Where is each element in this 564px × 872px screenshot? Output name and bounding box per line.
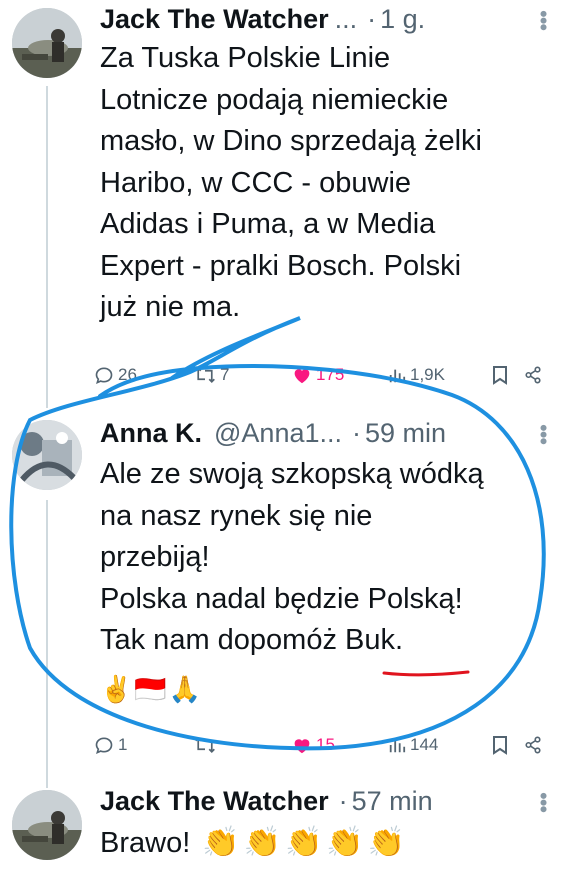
name-truncation: ... bbox=[334, 4, 358, 34]
bookmark-icon bbox=[493, 366, 507, 385]
share-icon bbox=[525, 736, 541, 754]
clapping-hands-emoji: 👏 bbox=[202, 826, 240, 859]
like-count: 175 bbox=[316, 365, 345, 384]
flag-emoji: 🇮🇩 bbox=[134, 674, 167, 704]
text-fragment: . bbox=[395, 624, 404, 656]
views-count: 144 bbox=[410, 735, 439, 754]
tweet-1[interactable]: Jack The Watcher ... · 1 g. ••• Za Tuska… bbox=[0, 0, 564, 408]
highlighted-word: Buk bbox=[345, 624, 395, 656]
folded-hands-emoji: 🙏 bbox=[168, 674, 202, 704]
reply-button[interactable]: 1 bbox=[94, 735, 194, 755]
share-button[interactable] bbox=[524, 736, 542, 754]
reply-icon bbox=[95, 737, 113, 754]
avatar[interactable] bbox=[12, 790, 82, 860]
text-line: przebiją! bbox=[100, 541, 210, 573]
repost-icon bbox=[195, 367, 215, 383]
dot-separator: · bbox=[367, 4, 377, 34]
bookmark-button[interactable] bbox=[492, 365, 524, 385]
text-line: Za Tuska Polskie Linie bbox=[100, 42, 391, 74]
tweet-header: Jack The Watcher ... · 1 g. bbox=[100, 0, 550, 38]
heart-icon bbox=[294, 739, 310, 754]
like-count: 15 bbox=[316, 735, 335, 754]
clapping-hands-emoji: 👏 bbox=[243, 826, 282, 859]
tweet-text: Ale ze swoją szkopską wódką na nasz ryne… bbox=[100, 454, 550, 662]
reply-count: 26 bbox=[118, 365, 137, 384]
more-icon[interactable]: ••• bbox=[531, 424, 556, 444]
thread-line bbox=[46, 500, 48, 788]
text-line: Polska nadal będzie Polską! bbox=[100, 582, 463, 615]
text-line: Haribo, w CCC - obuwie bbox=[100, 166, 412, 199]
author-handle[interactable]: @Anna1... bbox=[214, 414, 342, 452]
views-icon bbox=[389, 739, 406, 753]
text-line: Lotnicze podają niemieckie bbox=[100, 83, 449, 116]
views-button[interactable]: 144 bbox=[388, 735, 492, 755]
author-name[interactable]: Jack The Watcher bbox=[100, 782, 329, 820]
like-button[interactable]: 15 bbox=[292, 735, 388, 755]
tweet-3[interactable]: Jack The Watcher · 57 min ••• Brawo! 👏 👏 👏… bbox=[0, 782, 564, 872]
tweet-header: Jack The Watcher · 57 min bbox=[100, 782, 550, 820]
dot-separator: · bbox=[352, 418, 362, 448]
text-line: Expert - pralki Bosch. Polski bbox=[100, 249, 462, 282]
action-bar: 1 15 144 bbox=[94, 730, 550, 760]
text-line: Adidas i Puma, a w Media bbox=[100, 208, 436, 240]
repost-button[interactable] bbox=[194, 735, 292, 755]
repost-icon bbox=[195, 737, 215, 753]
views-count: 1,9K bbox=[410, 365, 445, 384]
bookmark-icon bbox=[493, 736, 507, 755]
more-icon[interactable]: ••• bbox=[531, 10, 556, 30]
views-button[interactable]: 1,9K bbox=[388, 365, 492, 385]
timestamp[interactable]: 1 g. bbox=[380, 0, 425, 38]
avatar[interactable] bbox=[12, 420, 82, 490]
text-line: Brawo! bbox=[100, 827, 191, 859]
timestamp[interactable]: 57 min bbox=[352, 782, 433, 820]
views-icon bbox=[389, 369, 406, 383]
text-fragment: Tak nam dopomóż bbox=[100, 624, 346, 656]
avatar[interactable] bbox=[12, 8, 82, 78]
text-line: na nasz rynek się nie bbox=[100, 499, 373, 532]
text-line: Ale ze swoją szkopską wódką bbox=[100, 458, 484, 490]
share-button[interactable] bbox=[524, 366, 542, 384]
emoji-row: ✌️ 🇮🇩 🙏 bbox=[100, 674, 201, 705]
reply-icon bbox=[95, 367, 113, 384]
tweet-text: Brawo! 👏 👏 👏 👏 👏 bbox=[100, 822, 550, 865]
share-icon bbox=[525, 366, 541, 384]
repost-button[interactable]: 7 bbox=[194, 365, 292, 385]
clapping-hands-emoji: 👏 bbox=[285, 826, 323, 859]
text-line: już nie ma. bbox=[100, 291, 241, 323]
more-icon[interactable]: ••• bbox=[531, 792, 556, 812]
bookmark-button[interactable] bbox=[492, 735, 524, 755]
clapping-hands-emoji: 👏 bbox=[326, 826, 364, 859]
reply-button[interactable]: 26 bbox=[94, 365, 194, 385]
text-line: Tak nam dopomóż Buk. bbox=[100, 620, 550, 662]
action-bar: 26 7 175 1,9K bbox=[94, 360, 550, 390]
thread-line bbox=[46, 86, 48, 408]
author-name[interactable]: Anna K. bbox=[100, 414, 202, 452]
victory-hand-emoji: ✌️ bbox=[100, 674, 133, 704]
tweet-header: Anna K. @Anna1... · 59 min bbox=[100, 414, 550, 452]
reply-count: 1 bbox=[118, 735, 128, 754]
timestamp[interactable]: 59 min bbox=[365, 414, 446, 452]
author-name[interactable]: Jack The Watcher bbox=[100, 0, 329, 38]
dot-separator: · bbox=[338, 786, 348, 816]
like-button[interactable]: 175 bbox=[292, 365, 388, 385]
tweet-text: Za Tuska Polskie Linie Lotnicze podają n… bbox=[100, 38, 550, 329]
heart-icon bbox=[294, 369, 310, 384]
tweet-2[interactable]: Anna K. @Anna1... · 59 min ••• Ale ze sw… bbox=[0, 408, 564, 788]
repost-count: 7 bbox=[220, 365, 230, 384]
text-line: masło, w Dino sprzedają żelki bbox=[100, 125, 482, 157]
clapping-hands-emoji: 👏 bbox=[367, 826, 406, 859]
